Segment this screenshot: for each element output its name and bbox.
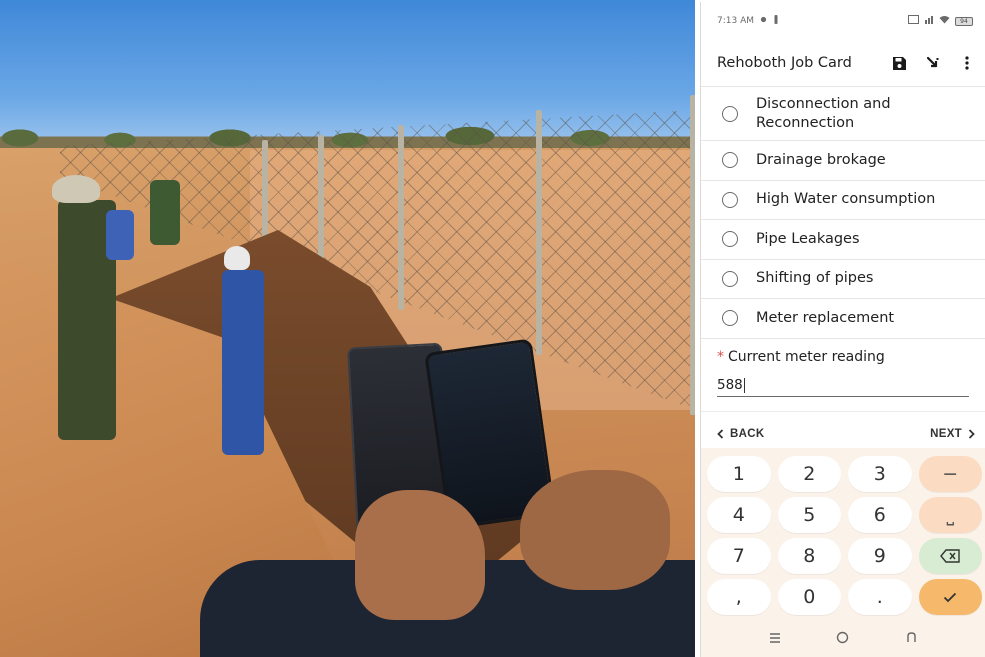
notification-bolt-icon (773, 15, 779, 27)
fence-post (690, 95, 695, 415)
fence-post (318, 135, 324, 275)
option-label: High Water consumption (756, 191, 936, 208)
status-right: 94 (908, 15, 973, 27)
back-button[interactable]: BACK (717, 428, 764, 440)
battery-level: 94 (960, 17, 968, 25)
meter-reading-value: 588 (717, 377, 743, 393)
text-caret (743, 377, 745, 393)
chevron-left-icon (717, 429, 724, 439)
meter-reading-question: * Current meter reading 588 (701, 337, 985, 397)
key-space[interactable]: ⎵ (918, 497, 982, 533)
app-bar-actions (889, 53, 977, 73)
option-meter-replacement[interactable]: Meter replacement (701, 298, 985, 338)
home-icon[interactable] (836, 631, 849, 648)
status-left: 7:13 AM (717, 15, 779, 27)
notification-dot-icon (760, 16, 767, 26)
keyboard-row: 7 8 9 (707, 538, 982, 574)
option-high-water[interactable]: High Water consumption (701, 179, 985, 220)
signal-icon (924, 15, 934, 27)
worker (150, 180, 180, 245)
job-type-options: Disconnection and Reconnection Drainage … (701, 86, 985, 338)
backspace-icon[interactable] (918, 538, 982, 574)
battery-icon: 94 (955, 16, 973, 26)
wifi-icon (939, 15, 950, 27)
recent-apps-icon[interactable] (769, 632, 781, 648)
key-2[interactable]: 2 (777, 456, 841, 492)
chevron-right-icon (968, 429, 975, 439)
radio-button[interactable] (722, 191, 738, 208)
worker-hat (224, 246, 250, 270)
page-title: Rehoboth Job Card (717, 55, 852, 71)
next-label: NEXT (930, 428, 962, 440)
back-nav-icon[interactable] (905, 631, 918, 648)
key-minus[interactable]: − (918, 456, 982, 492)
key-7[interactable]: 7 (707, 538, 771, 574)
key-6[interactable]: 6 (848, 497, 912, 533)
save-icon[interactable] (889, 53, 909, 73)
option-label: Meter replacement (756, 309, 895, 326)
status-bar: 7:13 AM 94 (701, 2, 985, 40)
question-label: * Current meter reading (717, 349, 969, 365)
worker (106, 210, 134, 260)
screenshot-composite: 7:13 AM 94 Rehoboth Job Card Disconnecti… (0, 0, 985, 657)
option-label: Drainage brokage (756, 151, 886, 168)
key-comma[interactable]: , (707, 579, 771, 615)
option-label: Disconnection and Reconnection (756, 95, 891, 131)
key-0[interactable]: 0 (777, 579, 841, 615)
key-5[interactable]: 5 (777, 497, 841, 533)
checkmark-icon[interactable] (918, 579, 982, 615)
key-1[interactable]: 1 (707, 456, 771, 492)
radio-button[interactable] (722, 310, 738, 327)
key-4[interactable]: 4 (707, 497, 771, 533)
option-shifting-pipes[interactable]: Shifting of pipes (701, 258, 985, 299)
radio-button[interactable] (722, 231, 738, 248)
cast-icon (908, 15, 919, 27)
radio-button[interactable] (722, 152, 738, 169)
option-drainage[interactable]: Drainage brokage (701, 140, 985, 180)
next-button[interactable]: NEXT (930, 428, 975, 440)
phone-screen-ui: 7:13 AM 94 Rehoboth Job Card Disconnecti… (700, 2, 985, 657)
key-9[interactable]: 9 (848, 538, 912, 574)
radio-button[interactable] (722, 105, 738, 122)
status-time: 7:13 AM (717, 16, 754, 26)
fence-post (398, 125, 404, 310)
key-8[interactable]: 8 (777, 538, 841, 574)
option-disconnection[interactable]: Disconnection and Reconnection (701, 86, 985, 140)
app-bar: Rehoboth Job Card (701, 40, 985, 86)
right-hand (520, 470, 670, 590)
more-vert-icon[interactable] (957, 53, 977, 73)
radio-button[interactable] (722, 270, 738, 287)
meter-reading-input[interactable]: 588 (717, 375, 969, 397)
left-hand (355, 490, 485, 620)
key-period[interactable]: . (848, 579, 912, 615)
option-pipe-leakages[interactable]: Pipe Leakages (701, 219, 985, 259)
question-text: Current meter reading (728, 348, 885, 365)
field-photo (0, 0, 695, 657)
keyboard-row: 1 2 3 − (707, 456, 982, 492)
system-navigation-bar (701, 622, 985, 657)
option-label: Pipe Leakages (756, 230, 860, 247)
back-label: BACK (730, 428, 765, 440)
numeric-keyboard: 1 2 3 − 4 5 6 ⎵ 7 8 9 , 0 . (701, 448, 985, 622)
option-label: Shifting of pipes (756, 270, 874, 287)
keyboard-row: 4 5 6 ⎵ (707, 497, 982, 533)
worker (222, 270, 264, 455)
jump-icon[interactable] (923, 53, 943, 73)
fence-post (536, 110, 542, 355)
key-3[interactable]: 3 (848, 456, 912, 492)
worker-hat (52, 175, 100, 203)
required-star: * (717, 348, 724, 365)
keyboard-row: , 0 . (707, 579, 982, 615)
